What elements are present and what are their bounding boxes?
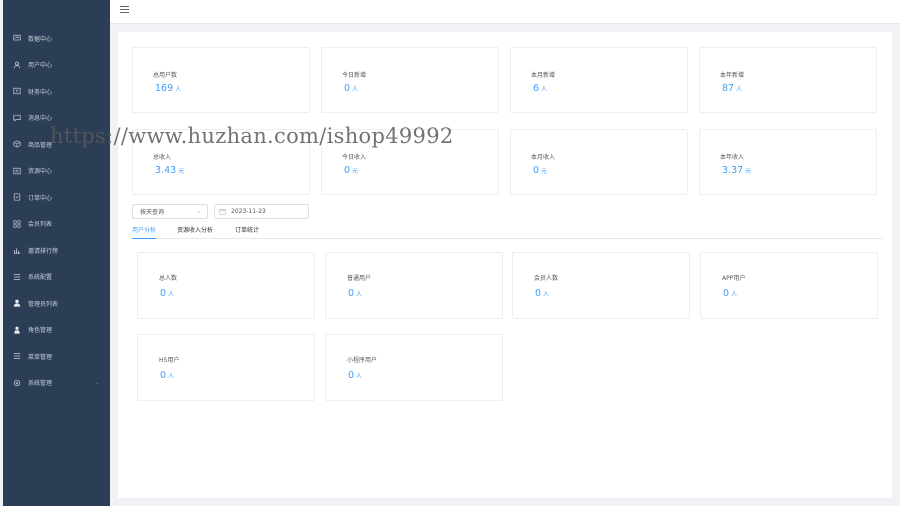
stat-value: 87 人 xyxy=(722,83,743,94)
tab-resource-income[interactable]: 资源收入分析 xyxy=(177,225,213,239)
analysis-tabs: 用户分析 资源收入分析 订单统计 xyxy=(132,222,883,239)
sidebar-item-message-center[interactable]: 消息中心 xyxy=(3,105,110,132)
stat-value: 3.43 元 xyxy=(155,165,185,176)
sidebar-item-resource-center[interactable]: 资源中心 xyxy=(3,158,110,185)
sidebar-item-label: 菜单管理 xyxy=(28,353,53,361)
sidebar-item-menu-management[interactable]: 菜单管理 xyxy=(3,343,110,370)
stat-label: 本月新增 xyxy=(531,72,556,79)
role-user-icon xyxy=(13,326,21,334)
stat-label: 今日新增 xyxy=(342,72,367,79)
sidebar-item-label: 财务中心 xyxy=(28,88,53,96)
list-icon xyxy=(13,273,21,281)
stat-value: 3.37 元 xyxy=(722,165,752,176)
date-picker[interactable]: 2023-11-23 xyxy=(214,204,309,219)
analysis-card-total: 总人数 0人 xyxy=(137,252,315,319)
sidebar-item-label: 角色管理 xyxy=(28,327,53,335)
analysis-value: 0人 xyxy=(535,288,550,299)
sidebar-item-label: 邀请排行榜 xyxy=(28,247,59,255)
sidebar-item-system-config[interactable]: 系统配置 xyxy=(3,264,110,291)
sidebar-item-role-management[interactable]: 角色管理 xyxy=(3,317,110,344)
stat-label: 总收入 xyxy=(153,154,172,161)
stat-label: 本月收入 xyxy=(531,154,556,161)
stat-value: 0元 xyxy=(344,165,359,176)
sidebar-item-admin-list[interactable]: 管理员列表 xyxy=(3,290,110,317)
user-icon xyxy=(13,61,21,69)
sidebar-item-label: 会员列表 xyxy=(28,221,53,229)
sidebar-item-label: 数据中心 xyxy=(28,35,53,43)
tab-order-stats[interactable]: 订单统计 xyxy=(235,225,259,239)
chevron-down-icon: ⌄ xyxy=(94,379,100,387)
stat-card-today-new: 今日新增 0人 xyxy=(321,47,499,113)
stat-card-month-income: 本月收入 0元 xyxy=(510,129,688,195)
gear-icon xyxy=(13,379,21,387)
resource-icon xyxy=(13,167,21,175)
sidebar-item-user-center[interactable]: 用户中心 xyxy=(3,52,110,79)
stat-card-total-users: 总用户数 169 人 xyxy=(132,47,310,113)
monitor-icon xyxy=(13,34,21,42)
stat-value: 0元 xyxy=(533,165,548,176)
menu-list-icon xyxy=(13,352,21,360)
stat-value: 169 人 xyxy=(155,83,182,94)
sidebar-item-label: 商品管理 xyxy=(28,141,53,149)
sidebar-item-system-management[interactable]: 系统管理 ⌄ xyxy=(3,370,110,397)
sidebar-item-product-management[interactable]: 商品管理 xyxy=(3,131,110,158)
analysis-label: 会员人数 xyxy=(534,275,559,282)
stat-card-year-income: 本年收入 3.37 元 xyxy=(699,129,877,195)
stat-label: 本年收入 xyxy=(720,154,745,161)
analysis-value: 0人 xyxy=(160,370,175,381)
sidebar: 数据中心 用户中心 财务中心 消息中心 商品管理 资源中心 订单中心 会员列表 xyxy=(3,0,110,506)
stat-card-total-income: 总收入 3.43 元 xyxy=(132,129,310,195)
analysis-value: 0人 xyxy=(348,370,363,381)
date-value: 2023-11-23 xyxy=(231,208,266,215)
sidebar-item-label: 系统管理 xyxy=(28,380,53,388)
stat-label: 今日收入 xyxy=(342,154,367,161)
sidebar-item-finance-center[interactable]: 财务中心 xyxy=(3,78,110,105)
sidebar-item-label: 订单中心 xyxy=(28,194,53,202)
sidebar-item-invite-ranking[interactable]: 邀请排行榜 xyxy=(3,237,110,264)
analysis-value: 0人 xyxy=(160,288,175,299)
query-mode-select[interactable]: 按天查询 ⌄ xyxy=(132,204,208,219)
sidebar-item-label: 资源中心 xyxy=(28,168,53,176)
sidebar-item-label: 系统配置 xyxy=(28,274,53,282)
analysis-card-members: 会员人数 0人 xyxy=(512,252,690,319)
analysis-card-app-users: APP用户 0人 xyxy=(700,252,878,319)
sidebar-item-data-center[interactable]: 数据中心 xyxy=(3,25,110,52)
analysis-card-miniprogram-users: 小程序用户 0人 xyxy=(325,334,503,401)
bar-chart-icon xyxy=(13,246,21,254)
stat-card-today-income: 今日收入 0元 xyxy=(321,129,499,195)
stat-card-month-new: 本月新增 6人 xyxy=(510,47,688,113)
sidebar-item-order-center[interactable]: 订单中心 xyxy=(3,184,110,211)
order-icon xyxy=(13,193,21,201)
stat-value: 0人 xyxy=(344,83,359,94)
analysis-value: 0人 xyxy=(348,288,363,299)
hamburger-icon[interactable] xyxy=(120,6,129,14)
finance-icon xyxy=(13,87,21,95)
top-bar xyxy=(110,0,900,24)
admin-user-icon xyxy=(13,299,21,307)
query-mode-value: 按天查询 xyxy=(140,209,165,216)
calendar-icon xyxy=(219,208,226,215)
grid-icon xyxy=(13,220,21,228)
stat-value: 6人 xyxy=(533,83,548,94)
sidebar-item-member-list[interactable]: 会员列表 xyxy=(3,211,110,238)
sidebar-item-label: 用户中心 xyxy=(28,62,53,70)
box-icon xyxy=(13,140,21,148)
analysis-label: 总人数 xyxy=(159,275,178,282)
sidebar-item-label: 管理员列表 xyxy=(28,300,59,308)
tab-user-analysis[interactable]: 用户分析 xyxy=(132,225,157,239)
analysis-card-normal-users: 普通用户 0人 xyxy=(325,252,503,319)
sidebar-nav: 数据中心 用户中心 财务中心 消息中心 商品管理 资源中心 订单中心 会员列表 xyxy=(3,0,110,396)
chevron-down-icon: ⌄ xyxy=(195,208,201,215)
analysis-label: 普通用户 xyxy=(347,275,372,282)
stat-label: 本年新增 xyxy=(720,72,745,79)
stat-card-year-new: 本年新增 87 人 xyxy=(699,47,877,113)
analysis-value: 0人 xyxy=(723,288,738,299)
analysis-label: H5用户 xyxy=(159,357,180,364)
stat-label: 总用户数 xyxy=(153,72,178,79)
message-icon xyxy=(13,114,21,122)
analysis-label: APP用户 xyxy=(722,275,746,282)
sidebar-item-label: 消息中心 xyxy=(28,115,53,123)
analysis-card-h5-users: H5用户 0人 xyxy=(137,334,315,401)
analysis-label: 小程序用户 xyxy=(347,357,378,364)
